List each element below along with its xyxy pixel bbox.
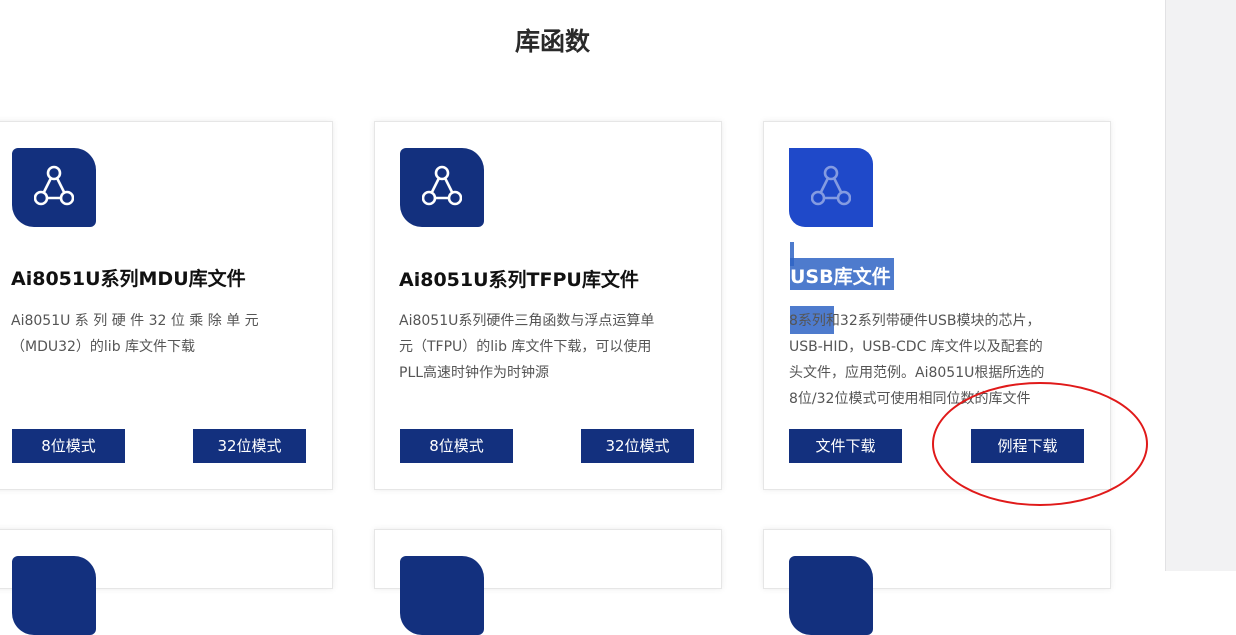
library-card-mdu: Ai8051U系列MDU库文件 Ai8051U 系 列 硬 件 32 位 乘 除…: [0, 121, 333, 490]
page-title: 库函数: [514, 27, 590, 56]
library-card-usb: USB库文件 8系列和32系列带硬件USB模块的芯片， USB-HID，USB-…: [763, 121, 1111, 490]
example-download-button[interactable]: 例程下载: [971, 429, 1084, 463]
card-icon-tile: [789, 148, 873, 227]
description-line: USB-HID，USB-CDC 库文件以及配套的: [789, 339, 1043, 355]
network-share-icon: [422, 165, 462, 206]
description-line: PLL高速时钟作为时钟源: [399, 365, 550, 381]
card-title: Ai8051U系列MDU库文件: [11, 268, 246, 290]
card-description: Ai8051U 系 列 硬 件 32 位 乘 除 单 元 （MDU32）的lib…: [11, 308, 321, 360]
mode-32bit-button[interactable]: 32位模式: [581, 429, 694, 463]
description-line: 8位/32位模式可使用相同位数的库文件: [789, 391, 1031, 407]
card-description: Ai8051U系列硬件三角函数与浮点运算单 元（TFPU）的lib 库文件下载，…: [399, 308, 709, 386]
library-card-partial: [763, 529, 1111, 635]
network-share-icon: [811, 165, 851, 206]
card-icon-tile: [400, 148, 484, 227]
card-title: Ai8051U系列TFPU库文件: [399, 269, 639, 291]
card-icon-tile: [12, 556, 96, 635]
card-icon-tile: [400, 556, 484, 635]
library-card-tfpu: Ai8051U系列TFPU库文件 Ai8051U系列硬件三角函数与浮点运算单 元…: [374, 121, 722, 490]
mode-32bit-button[interactable]: 32位模式: [193, 429, 306, 463]
description-line: （MDU32）的lib 库文件下载: [11, 339, 196, 355]
description-line: Ai8051U 系 列 硬 件 32 位 乘 除 单 元: [11, 313, 259, 329]
network-share-icon: [34, 165, 74, 206]
description-line: Ai8051U系列硬件三角函数与浮点运算单: [399, 313, 655, 329]
card-description: 8系列和32系列带硬件USB模块的芯片， USB-HID，USB-CDC 库文件…: [789, 308, 1107, 412]
mode-8bit-button[interactable]: 8位模式: [12, 429, 125, 463]
library-card-partial: [374, 529, 722, 635]
description-line: 头文件，应用范例。Ai8051U根据所选的: [789, 365, 1045, 381]
library-card-partial: [0, 529, 333, 635]
description-line: 元（TFPU）的lib 库文件下载，可以使用: [399, 339, 652, 355]
description-line: 8系列和32系列带硬件USB模块的芯片，: [789, 313, 1041, 329]
card-icon-tile: [12, 148, 96, 227]
mode-8bit-button[interactable]: 8位模式: [400, 429, 513, 463]
right-side-panel: [1165, 0, 1236, 571]
file-download-button[interactable]: 文件下载: [789, 429, 902, 463]
card-icon-tile: [789, 556, 873, 635]
card-title: USB库文件: [790, 266, 891, 288]
